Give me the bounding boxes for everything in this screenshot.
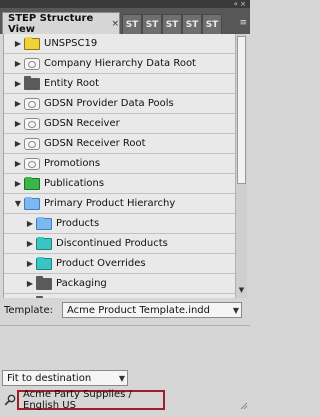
panel-title-bar: « × bbox=[0, 0, 250, 8]
expand-arrow-right-icon[interactable]: ▶ bbox=[24, 279, 36, 288]
context-selector[interactable]: Acme Party Supplies / English US bbox=[17, 389, 165, 411]
tree-node-label: Discontinued Products bbox=[56, 238, 168, 249]
tree-row[interactable]: ▶ Products bbox=[4, 214, 236, 234]
tree-node-label: Entity Root bbox=[44, 78, 100, 89]
tree-node-label: Product Overrides bbox=[56, 258, 146, 269]
tab-st-5[interactable]: ST bbox=[202, 14, 222, 34]
chip-icon bbox=[24, 57, 40, 70]
tree-vertical-scrollbar[interactable]: ▼ bbox=[235, 34, 247, 298]
teal-folder-icon bbox=[36, 256, 52, 270]
template-value: Acme Product Template.indd bbox=[67, 304, 211, 316]
template-row: Template: Acme Product Template.indd ▼ bbox=[0, 300, 250, 320]
tab-step-structure-view[interactable]: STEP Structure View × bbox=[2, 12, 120, 35]
expand-arrow-right-icon[interactable]: ▶ bbox=[24, 239, 36, 248]
tree-row[interactable]: ▶ Company Hierarchy Data Root bbox=[4, 54, 236, 74]
search-icon[interactable] bbox=[4, 394, 16, 406]
chip-icon bbox=[24, 137, 40, 150]
tree-row[interactable]: ▼ Primary Product Hierarchy bbox=[4, 194, 236, 214]
dark-folder-icon bbox=[36, 295, 52, 298]
tree-node-label: GDSN Provider Data Pools bbox=[44, 98, 174, 109]
tree-row[interactable]: ▶ Publications bbox=[4, 174, 236, 194]
expand-arrow-right-icon[interactable]: ▶ bbox=[12, 79, 24, 88]
tree-node-label: UNSPSC19 bbox=[44, 38, 98, 49]
fit-select[interactable]: Fit to destination ▼ bbox=[2, 370, 128, 386]
dark-folder-icon bbox=[24, 75, 40, 90]
blue-folder-icon bbox=[24, 196, 40, 210]
tab-label: STEP Structure View bbox=[8, 12, 94, 35]
panel-window-controls[interactable]: « × bbox=[234, 0, 246, 8]
tree-row[interactable]: ▶ Packaging bbox=[4, 274, 236, 294]
tree-node-label: Packaging bbox=[56, 278, 107, 289]
chip-icon bbox=[24, 157, 40, 170]
blue-folder-icon bbox=[36, 216, 52, 230]
tree-node-label: Primary Product Hierarchy bbox=[44, 198, 176, 209]
tree-row[interactable]: ▶ Discontinued Products bbox=[4, 234, 236, 254]
tree-row[interactable]: ▶ GDSN Receiver Root bbox=[4, 134, 236, 154]
tab-close-icon[interactable]: × bbox=[111, 19, 119, 29]
expand-arrow-right-icon[interactable]: ▶ bbox=[12, 39, 24, 48]
tab-st-2[interactable]: ST bbox=[142, 14, 162, 34]
expand-arrow-right-icon[interactable]: ▶ bbox=[12, 159, 24, 168]
chip-icon bbox=[24, 97, 40, 110]
tree-row[interactable]: ▶ GDSN Receiver bbox=[4, 114, 236, 134]
chevron-down-icon[interactable]: ▼ bbox=[233, 306, 239, 315]
template-label: Template: bbox=[4, 304, 53, 316]
tab-st-3[interactable]: ST bbox=[162, 14, 182, 34]
panel-tab-bar: STEP Structure View × ST ST ST ST ST ≡ bbox=[0, 8, 250, 35]
tree-node-label: Products bbox=[56, 218, 100, 229]
tree-node-label: Promotions bbox=[44, 158, 101, 169]
tab-st-1[interactable]: ST bbox=[122, 14, 142, 34]
expand-arrow-right-icon[interactable]: ▶ bbox=[12, 59, 24, 68]
expand-arrow-right-icon[interactable]: ▶ bbox=[24, 219, 36, 228]
chevron-down-icon[interactable]: ▼ bbox=[119, 374, 125, 383]
scroll-down-arrow-icon[interactable]: ▼ bbox=[236, 286, 247, 298]
expand-arrow-right-icon[interactable]: ▶ bbox=[12, 99, 24, 108]
expand-arrow-down-icon[interactable]: ▼ bbox=[12, 199, 24, 208]
scrollbar-thumb[interactable] bbox=[237, 36, 246, 184]
tree-node-label: GDSN Receiver Root bbox=[44, 138, 146, 149]
expand-arrow-right-icon[interactable]: ▶ bbox=[24, 259, 36, 268]
tree-row[interactable]: ▶ bbox=[4, 294, 236, 298]
dark-folder-icon bbox=[36, 275, 52, 290]
structure-tree[interactable]: ▶ UNSPSC19 ▶ Company Hierarchy Data Root ▶ En… bbox=[3, 34, 236, 298]
panel-divider bbox=[0, 325, 250, 326]
teal-folder-icon bbox=[36, 236, 52, 250]
expand-arrow-right-icon[interactable]: ▶ bbox=[12, 179, 24, 188]
tab-st-4[interactable]: ST bbox=[182, 14, 202, 34]
status-row: Acme Party Supplies / English US bbox=[0, 389, 250, 412]
context-label: Acme Party Supplies / English US bbox=[23, 389, 132, 411]
tree-row[interactable]: ▶ Promotions bbox=[4, 154, 236, 174]
panel-menu-icon[interactable]: ≡ bbox=[239, 18, 247, 28]
expand-arrow-right-icon[interactable]: ▶ bbox=[12, 119, 24, 128]
tree-row[interactable]: ▶ Product Overrides bbox=[4, 254, 236, 274]
yellow-folder-icon bbox=[24, 36, 40, 50]
tree-row[interactable]: ▶ UNSPSC19 bbox=[4, 34, 236, 54]
expand-arrow-right-icon[interactable]: ▶ bbox=[12, 139, 24, 148]
tree-row[interactable]: ▶ Entity Root bbox=[4, 74, 236, 94]
chip-icon bbox=[24, 117, 40, 130]
tree-node-label: Company Hierarchy Data Root bbox=[44, 58, 196, 69]
tree-node-label: GDSN Receiver bbox=[44, 118, 120, 129]
resize-grip-icon[interactable] bbox=[240, 402, 248, 410]
fit-value: Fit to destination bbox=[7, 372, 92, 384]
tree-node-label: Publications bbox=[44, 178, 105, 189]
template-select[interactable]: Acme Product Template.indd ▼ bbox=[62, 302, 242, 318]
tree-row[interactable]: ▶ GDSN Provider Data Pools bbox=[4, 94, 236, 114]
green-folder-icon bbox=[24, 176, 40, 190]
